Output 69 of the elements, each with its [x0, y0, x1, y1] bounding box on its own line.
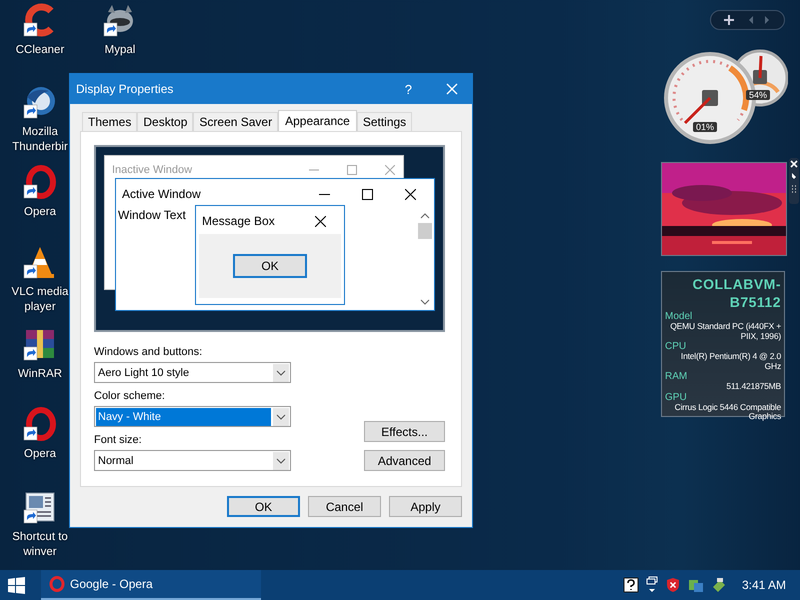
dialog-button[interactable]: Cancel [308, 496, 381, 517]
clock[interactable]: 3:41 AM [742, 578, 786, 592]
computer-name: COLLABVM-B75112 [692, 275, 781, 311]
info-value: QEMU Standard PC (i440FX + PIIX, 1996) [669, 322, 781, 341]
icon-label[interactable]: Mypal [87, 43, 153, 58]
taskbar-button[interactable]: Google - Opera [41, 570, 261, 600]
dialog-button[interactable]: Apply [389, 496, 462, 517]
info-label: Model [665, 311, 692, 322]
document-icon[interactable] [23, 490, 57, 524]
window-title: Display Properties [76, 82, 174, 96]
window-title: Message Box [202, 214, 275, 228]
maximize-icon [362, 188, 373, 200]
chevron-icon[interactable] [273, 452, 289, 470]
icon-label[interactable]: WinRAR [7, 367, 73, 382]
tab[interactable]: Settings [356, 112, 412, 131]
stack-icon[interactable] [23, 327, 57, 361]
icon-label[interactable]: VLC media player [7, 285, 73, 315]
dialog-button[interactable]: Effects... [364, 421, 445, 442]
globe-icon[interactable] [23, 85, 57, 119]
shield-icon[interactable] [664, 577, 681, 593]
dropdown[interactable]: Aero Light 10 style [94, 362, 291, 383]
chevron-icon[interactable] [273, 364, 289, 382]
gauge-reading: 01% [693, 122, 718, 132]
icon-label[interactable]: Opera [7, 447, 73, 462]
gauge-reading: 54% [746, 90, 770, 100]
close-icon[interactable] [446, 83, 458, 95]
info-value: Intel(R) Pentium(R) 4 @ 2.0 GHz [680, 352, 781, 371]
info-label: RAM [665, 371, 688, 382]
chevron-icon[interactable] [273, 408, 289, 426]
dialog-button[interactable]: OK [227, 496, 300, 517]
icon-label[interactable]: CCleaner [7, 43, 73, 58]
icon-label[interactable]: Shortcut to winver [7, 530, 73, 560]
window-title: Inactive Window [112, 164, 194, 176]
tab[interactable]: Appearance [278, 110, 357, 131]
field-label: Windows and buttons: [94, 346, 204, 359]
field-label: Font size: [94, 434, 143, 447]
windows-icon[interactable] [646, 576, 658, 594]
windows-logo-icon[interactable] [8, 576, 25, 594]
window-text: Window Text [118, 208, 186, 222]
cone-icon[interactable] [23, 245, 57, 279]
field-label: Color scheme: [94, 390, 166, 403]
scroll-thumb [418, 223, 432, 239]
ring-icon [49, 576, 65, 592]
ring-icon[interactable] [23, 165, 57, 199]
help-button[interactable]: ? [404, 82, 412, 96]
maximize-icon [347, 165, 357, 175]
icon-label[interactable]: Opera [7, 205, 73, 220]
arrows-icon[interactable] [747, 15, 772, 25]
info-value: Cirrus Logic 5446 Compatible Graphics [674, 402, 781, 422]
info-label: GPU [665, 392, 687, 402]
help-icon[interactable] [622, 577, 639, 593]
device-icon[interactable] [710, 577, 727, 593]
dropdown[interactable]: Normal [94, 450, 291, 471]
close-icon [315, 216, 326, 226]
dialog-button[interactable]: Advanced [364, 450, 445, 471]
tab[interactable]: Themes [82, 112, 138, 131]
window-title: Active Window [122, 187, 202, 201]
info-value: 511.421875MB [725, 382, 781, 392]
close-icon [385, 165, 395, 175]
dropdown[interactable]: Navy - White [94, 406, 291, 427]
gadget-controls-icon[interactable] [789, 158, 799, 204]
info-label: CPU [665, 341, 686, 352]
tab[interactable]: Desktop [137, 112, 194, 131]
tab[interactable]: Screen Saver [193, 112, 278, 131]
plus-icon[interactable] [724, 15, 734, 25]
icon-label[interactable]: Mozilla Thunderbir [7, 125, 73, 155]
close-icon [405, 188, 416, 200]
network-icon[interactable] [688, 577, 704, 593]
ring-icon[interactable] [23, 407, 57, 441]
